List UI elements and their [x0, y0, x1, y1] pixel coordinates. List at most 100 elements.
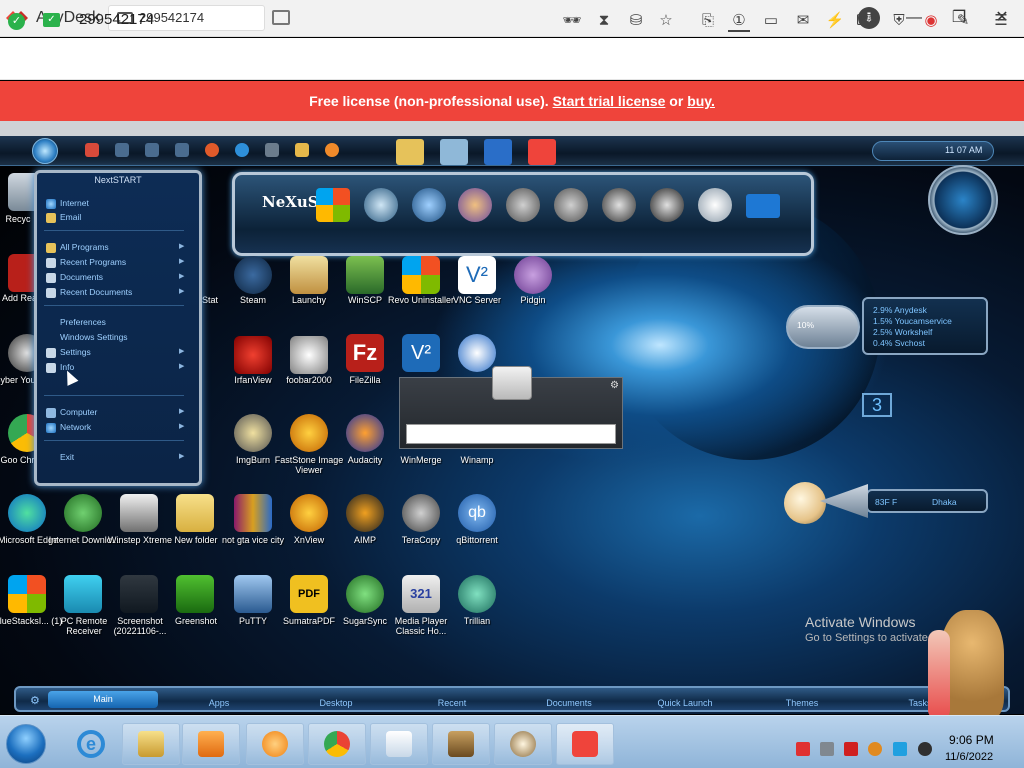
menu-item-email[interactable]: Email: [60, 212, 81, 222]
qbittorrent-icon[interactable]: qb: [458, 494, 496, 532]
anydesk-tray-icon[interactable]: [796, 742, 810, 756]
sugarsync-icon[interactable]: [346, 575, 384, 613]
anydesk-window-icon[interactable]: [528, 139, 556, 165]
start-trial-link[interactable]: Start trial license: [553, 93, 666, 109]
trillian-icon[interactable]: [458, 575, 496, 613]
mascot-app-icon[interactable]: [432, 723, 490, 765]
foobar2000-icon[interactable]: [290, 336, 328, 374]
star-icon[interactable]: ☆: [655, 10, 677, 32]
nextstart-orb-icon[interactable]: [32, 138, 58, 164]
screenshot-file-icon[interactable]: [120, 575, 158, 613]
bluestacks-icon[interactable]: [8, 575, 46, 613]
menu-item-computer[interactable]: Computer: [60, 407, 97, 417]
menu-item-recent-documents[interactable]: Recent Documents: [60, 287, 132, 297]
folder-icon[interactable]: [176, 494, 214, 532]
system-knob-widget[interactable]: [928, 165, 998, 235]
tab-quick-launch[interactable]: Quick Launch: [645, 698, 725, 708]
dialog-handle[interactable]: [492, 366, 532, 400]
file-transfer-icon[interactable]: ⎘: [697, 10, 719, 32]
display-icon[interactable]: ▭: [760, 10, 782, 32]
windows-flag-icon[interactable]: [316, 188, 350, 222]
new-session-icon[interactable]: [272, 10, 290, 25]
v-tray-icon[interactable]: [844, 742, 858, 756]
media-player-classic-icon[interactable]: 321: [402, 575, 440, 613]
display-tray-icon[interactable]: [893, 742, 907, 756]
keyboard-icon[interactable]: ⌨: [856, 10, 878, 32]
windows-start-button[interactable]: [6, 724, 46, 764]
menu-item-settings[interactable]: Settings: [60, 347, 91, 357]
tab-apps[interactable]: Apps: [179, 698, 259, 708]
address-field[interactable]: 299542174: [79, 11, 154, 28]
gear-icon[interactable]: ⚙: [30, 694, 40, 707]
app-window-icon[interactable]: [484, 139, 512, 165]
desktop-icon[interactable]: [746, 194, 780, 218]
app-icon[interactable]: [265, 143, 279, 157]
folder-window-icon[interactable]: [396, 139, 424, 165]
tab-themes[interactable]: Themes: [762, 698, 842, 708]
ucbrowser-icon[interactable]: [246, 723, 304, 765]
menu-item-windows-settings[interactable]: Windows Settings: [60, 332, 128, 342]
filezilla-icon[interactable]: Fz: [346, 334, 384, 372]
clock-icon[interactable]: [364, 188, 398, 222]
whiteboard-icon[interactable]: ✎: [952, 10, 974, 32]
media-player-icon[interactable]: [182, 723, 240, 765]
winscp-icon[interactable]: [346, 256, 384, 294]
vnc-server-icon[interactable]: V²: [458, 256, 496, 294]
edge-icon[interactable]: [235, 143, 249, 157]
media-icon[interactable]: [458, 188, 492, 222]
tab-main[interactable]: Main: [48, 691, 158, 708]
record-icon[interactable]: ◉: [920, 10, 942, 32]
menu-item-all-programs[interactable]: All Programs: [60, 242, 109, 252]
firefox-icon[interactable]: [325, 143, 339, 157]
teracopy-icon[interactable]: [402, 494, 440, 532]
camera-icon[interactable]: [650, 188, 684, 222]
search-tray-icon[interactable]: [868, 742, 882, 756]
revo-uninstaller-icon[interactable]: [402, 256, 440, 294]
microsoft-edge-icon[interactable]: [8, 494, 46, 532]
irfanview-icon[interactable]: [234, 336, 272, 374]
imgburn-icon[interactable]: [234, 414, 272, 452]
bell-icon[interactable]: [506, 188, 540, 222]
buy-link[interactable]: buy.: [687, 93, 715, 109]
menu-item-network[interactable]: Network: [60, 422, 91, 432]
menu-item-internet[interactable]: Internet: [60, 198, 89, 208]
pc-remote-receiver-icon[interactable]: [64, 575, 102, 613]
pidgin-icon[interactable]: [514, 256, 552, 294]
menu-item-exit[interactable]: Exit: [60, 452, 74, 462]
internet-explorer-icon[interactable]: e: [62, 723, 118, 765]
hourglass-icon[interactable]: ⧗: [593, 10, 615, 32]
menu-item-preferences[interactable]: Preferences: [60, 317, 106, 327]
tab-desktop[interactable]: Desktop: [296, 698, 376, 708]
folder-icon[interactable]: [295, 143, 309, 157]
shield-icon[interactable]: ⛨: [888, 10, 910, 32]
sumatrapdf-icon[interactable]: PDF: [290, 575, 328, 613]
emblem-icon[interactable]: [412, 188, 446, 222]
tab-documents[interactable]: Documents: [529, 698, 609, 708]
menu-item-documents[interactable]: Documents: [60, 272, 103, 282]
database-icon[interactable]: ⛁: [625, 10, 647, 32]
gauge-icon[interactable]: [698, 188, 732, 222]
chat-icon[interactable]: ✉: [792, 10, 814, 32]
vnc-viewer-icon[interactable]: V²: [402, 334, 440, 372]
menu-icon[interactable]: ☰: [990, 10, 1012, 32]
file-explorer-icon[interactable]: [122, 723, 180, 765]
app-icon[interactable]: [458, 334, 496, 372]
taskbar-time[interactable]: 9:06 PM: [949, 733, 994, 747]
faststone-icon[interactable]: [290, 414, 328, 452]
notes-window-icon[interactable]: [440, 139, 468, 165]
power-icon[interactable]: [554, 188, 588, 222]
tab-recent[interactable]: Recent: [412, 698, 492, 708]
speaker-icon[interactable]: [602, 188, 636, 222]
audacity-icon[interactable]: [346, 414, 384, 452]
volume-tray-icon[interactable]: [918, 742, 932, 756]
privacy-icon[interactable]: 🕶: [561, 10, 583, 32]
chrome-icon[interactable]: [205, 143, 219, 157]
winrar-icon[interactable]: [234, 494, 272, 532]
taskbar-date[interactable]: 11/6/2022: [945, 751, 993, 763]
dialog-input[interactable]: [406, 424, 616, 444]
chrome-icon[interactable]: [308, 723, 366, 765]
aimp-icon[interactable]: [346, 494, 384, 532]
anydesk-icon[interactable]: [556, 723, 614, 765]
launchy-icon[interactable]: [290, 256, 328, 294]
search-icon[interactable]: [115, 143, 129, 157]
